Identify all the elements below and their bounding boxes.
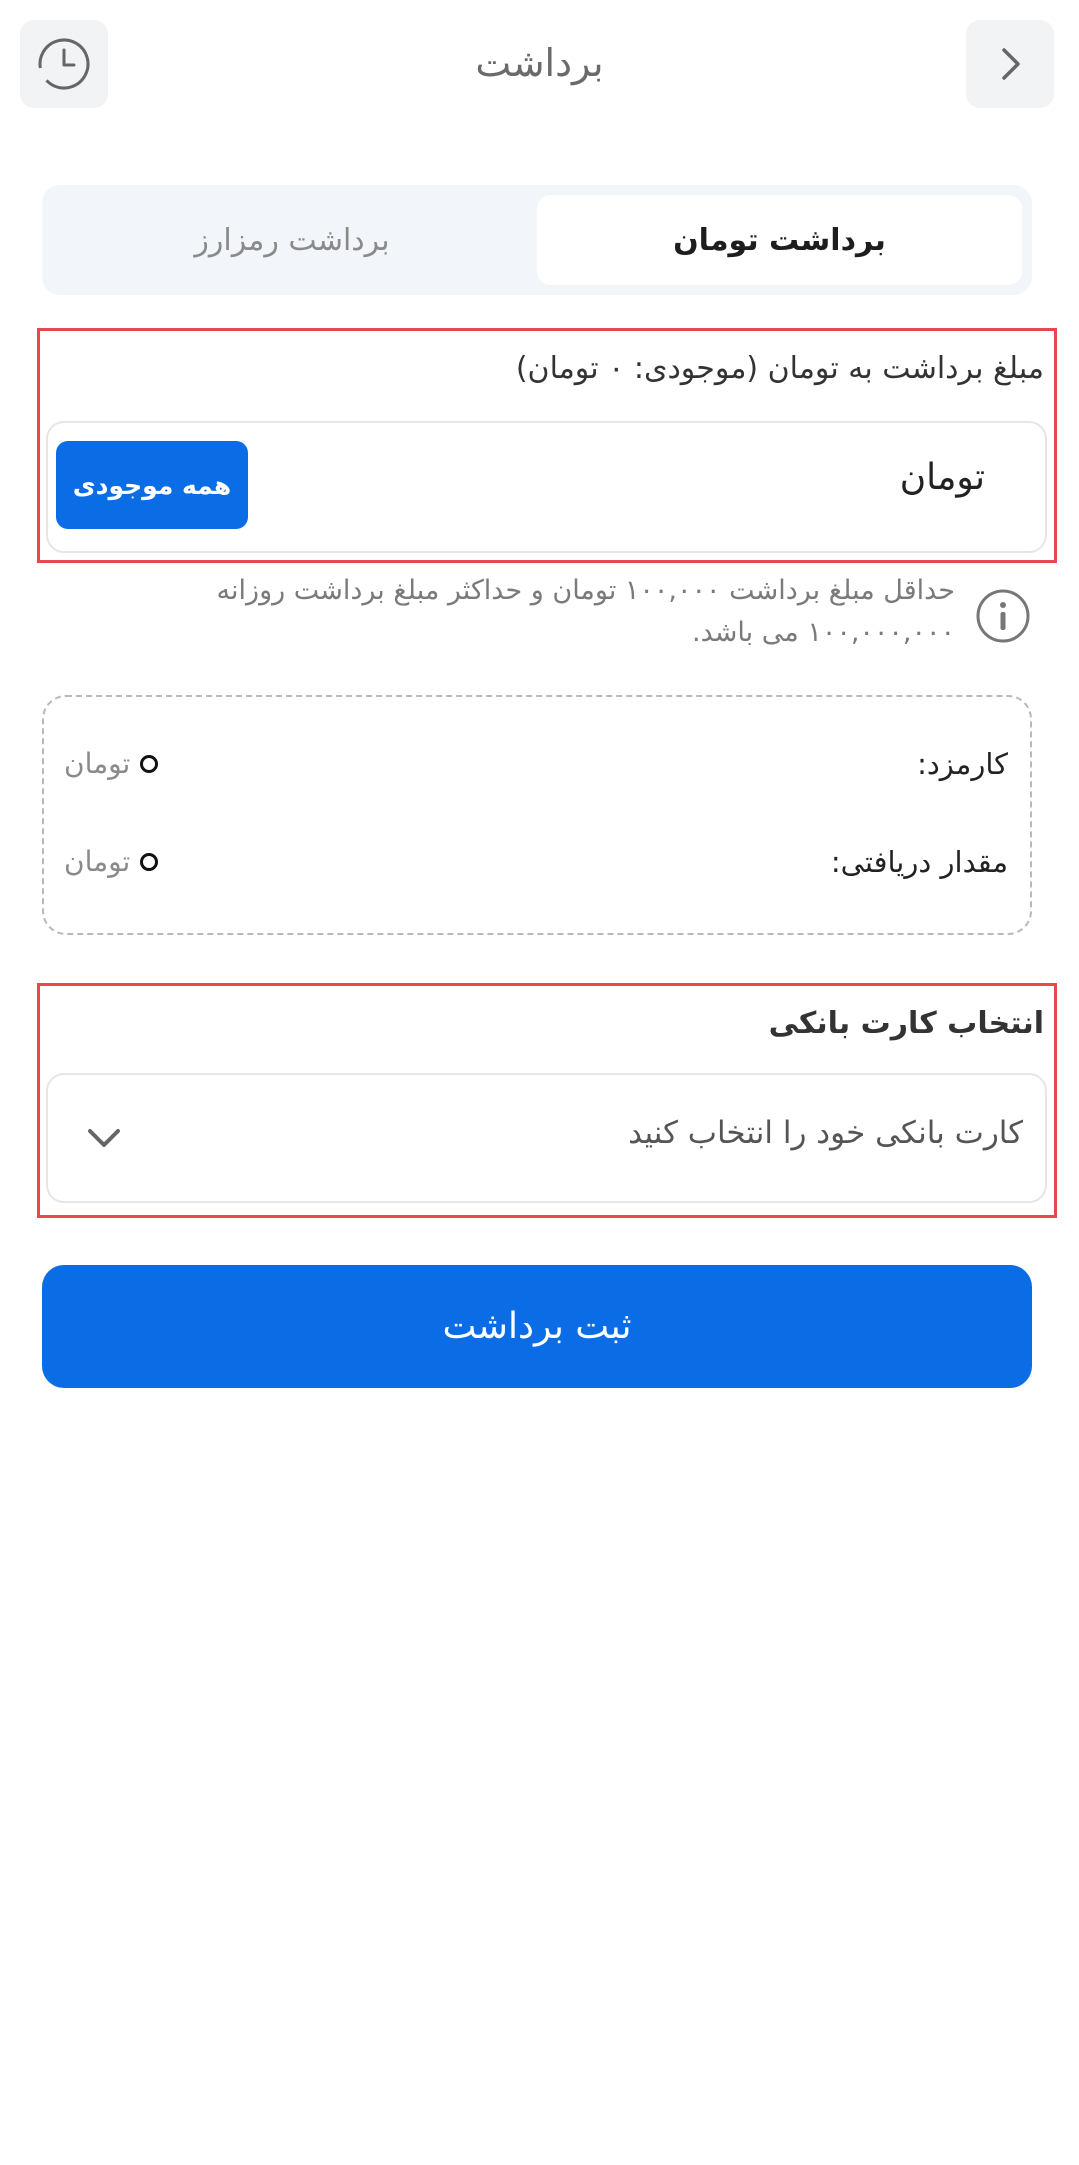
amount-label: مبلغ برداشت به تومان (موجودی: ۰ تومان) — [515, 351, 1044, 386]
tab-crypto-withdraw[interactable]: برداشت رمزارز — [52, 195, 532, 285]
fee-amount — [140, 754, 159, 773]
fee-value: تومان — [64, 747, 159, 780]
submit-withdraw-button[interactable]: ثبت برداشت — [42, 1265, 1032, 1388]
fee-unit: تومان — [64, 747, 131, 780]
page-title: برداشت — [475, 41, 604, 85]
back-button[interactable] — [966, 20, 1054, 108]
withdraw-type-tabs: برداشت تومان برداشت رمزارز — [42, 185, 1032, 295]
bank-card-select[interactable]: کارت بانکی خود را انتخاب کنید — [46, 1073, 1047, 1203]
chevron-right-icon — [1002, 48, 1020, 80]
tab-toman-withdraw[interactable]: برداشت تومان — [537, 195, 1022, 285]
withdraw-limits-note: حداقل مبلغ برداشت ۱۰۰,۰۰۰ تومان و حداکثر… — [80, 570, 955, 654]
received-amount — [140, 852, 159, 871]
bank-card-label: انتخاب کارت بانکی — [768, 1006, 1044, 1041]
summary-box: کارمزد: تومان مقدار دریافتی: تومان — [42, 695, 1032, 935]
bank-card-placeholder: کارت بانکی خود را انتخاب کنید — [628, 1115, 1023, 1151]
amount-unit: تومان — [899, 457, 985, 498]
all-balance-button[interactable]: همه موجودی — [56, 441, 248, 529]
amount-section: مبلغ برداشت به تومان (موجودی: ۰ تومان) ت… — [37, 328, 1057, 563]
received-value: تومان — [64, 845, 159, 878]
received-unit: تومان — [64, 845, 131, 878]
bank-card-section: انتخاب کارت بانکی کارت بانکی خود را انتخ… — [37, 983, 1057, 1218]
info-icon — [975, 588, 1031, 644]
chevron-down-icon — [88, 1129, 120, 1147]
amount-field[interactable]: تومان همه موجودی — [46, 421, 1047, 553]
received-label: مقدار دریافتی: — [830, 845, 1008, 879]
fee-label: کارمزد: — [917, 747, 1008, 781]
limits-line-1: حداقل مبلغ برداشت ۱۰۰,۰۰۰ تومان و حداکثر… — [216, 575, 955, 606]
limits-line-2: ۱۰۰,۰۰۰,۰۰۰ می باشد. — [692, 617, 955, 648]
